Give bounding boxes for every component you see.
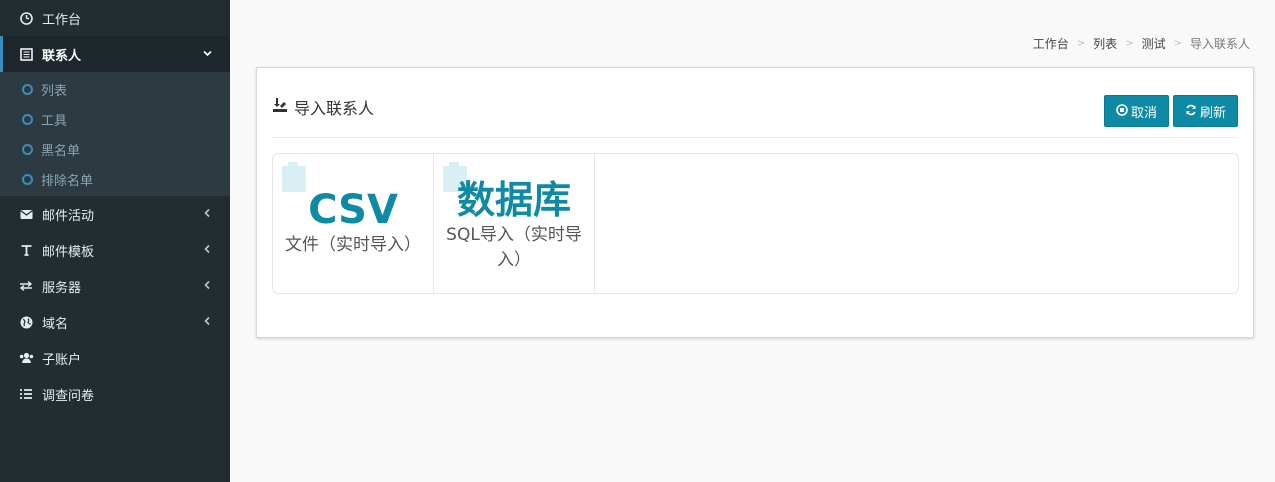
refresh-button[interactable]: 刷新 — [1172, 95, 1238, 127]
submenu-item-label: 工具 — [41, 113, 68, 129]
sidebar-item-label: 域名 — [42, 316, 69, 332]
sidebar-item-label: 子账户 — [42, 352, 82, 368]
chevron-left-icon — [203, 244, 212, 257]
sidebar-item-dashboard[interactable]: 工作台 — [0, 0, 230, 36]
submenu-item-label: 排除名单 — [41, 173, 94, 189]
sidebar: 工作台 联系人 列表 工具 黑名单 排除名单 邮件活动 邮件模板 服务器 域名 … — [0, 0, 230, 482]
breadcrumb-item-dashboard[interactable]: 工作台 — [1033, 35, 1069, 52]
sidebar-item-surveys[interactable]: 调查问卷 — [0, 376, 230, 412]
chevron-left-icon — [203, 316, 212, 329]
import-panel: 导入联系人 取消 刷新 CSV 文件（实时导入） 数据库 SQL导入（实时导入） — [256, 67, 1254, 338]
exchange-icon — [18, 278, 34, 294]
contacts-icon — [18, 46, 34, 62]
breadcrumb-item-list[interactable]: 列表 — [1093, 35, 1117, 52]
sidebar-item-subaccounts[interactable]: 子账户 — [0, 340, 230, 376]
circle-icon — [22, 83, 33, 95]
sidebar-item-templates[interactable]: 邮件模板 — [0, 232, 230, 268]
refresh-button-label: 刷新 — [1199, 105, 1226, 121]
cancel-button[interactable]: 取消 — [1103, 95, 1169, 127]
breadcrumb: 工作台 > 列表 > 测试 > 导入联系人 — [1033, 35, 1250, 52]
import-option-database[interactable]: 数据库 SQL导入（实时导入） — [434, 154, 595, 293]
sidebar-item-campaigns[interactable]: 邮件活动 — [0, 196, 230, 232]
submenu-item-tools[interactable]: 工具 — [0, 104, 230, 134]
breadcrumb-separator: > — [1173, 38, 1182, 49]
import-icon — [272, 97, 288, 117]
panel-divider — [272, 137, 1238, 138]
sidebar-item-label: 服务器 — [42, 280, 82, 296]
chevron-down-icon — [203, 48, 212, 61]
sidebar-item-label: 邮件活动 — [42, 208, 95, 224]
dashboard-icon — [18, 10, 34, 26]
circle-icon — [22, 143, 33, 155]
import-options: CSV 文件（实时导入） 数据库 SQL导入（实时导入） — [272, 153, 1239, 294]
submenu-item-blacklist[interactable]: 黑名单 — [0, 134, 230, 164]
envelope-icon — [18, 206, 34, 222]
panel-actions: 取消 刷新 — [1103, 95, 1238, 127]
breadcrumb-separator: > — [1076, 38, 1086, 49]
sidebar-item-label: 邮件模板 — [42, 244, 95, 260]
page-title: 导入联系人 — [272, 95, 374, 119]
refresh-icon — [1185, 104, 1197, 119]
chevron-left-icon — [203, 280, 212, 293]
option-description: SQL导入（实时导入） — [446, 225, 582, 270]
submenu-item-label: 列表 — [41, 83, 68, 99]
contacts-submenu: 列表 工具 黑名单 排除名单 — [0, 72, 230, 196]
option-heading: CSV — [308, 187, 398, 233]
text-icon — [18, 242, 34, 258]
breadcrumb-item-test[interactable]: 测试 — [1142, 35, 1166, 52]
users-icon — [18, 350, 34, 366]
cancel-button-label: 取消 — [1130, 105, 1157, 121]
submenu-item-exclusion[interactable]: 排除名单 — [0, 164, 230, 194]
circle-icon — [22, 173, 33, 185]
sidebar-item-label: 调查问卷 — [42, 388, 95, 404]
list-icon — [18, 386, 34, 402]
sidebar-item-contacts[interactable]: 联系人 — [0, 36, 230, 72]
import-option-csv[interactable]: CSV 文件（实时导入） — [273, 154, 434, 293]
breadcrumb-item-current: 导入联系人 — [1189, 37, 1250, 51]
sidebar-item-label: 联系人 — [42, 48, 82, 64]
globe-icon — [18, 314, 34, 330]
sidebar-item-label: 工作台 — [42, 12, 82, 28]
breadcrumb-separator: > — [1125, 38, 1134, 49]
submenu-item-label: 黑名单 — [41, 143, 81, 159]
chevron-left-icon — [203, 208, 212, 221]
sidebar-item-domains[interactable]: 域名 — [0, 304, 230, 340]
option-heading: 数据库 — [456, 178, 571, 222]
stop-circle-icon — [1116, 103, 1128, 119]
option-description: 文件（实时导入） — [285, 235, 421, 255]
panel-title-text: 导入联系人 — [294, 99, 375, 118]
submenu-item-list[interactable]: 列表 — [0, 74, 230, 104]
circle-icon — [22, 113, 33, 125]
sidebar-item-servers[interactable]: 服务器 — [0, 268, 230, 304]
